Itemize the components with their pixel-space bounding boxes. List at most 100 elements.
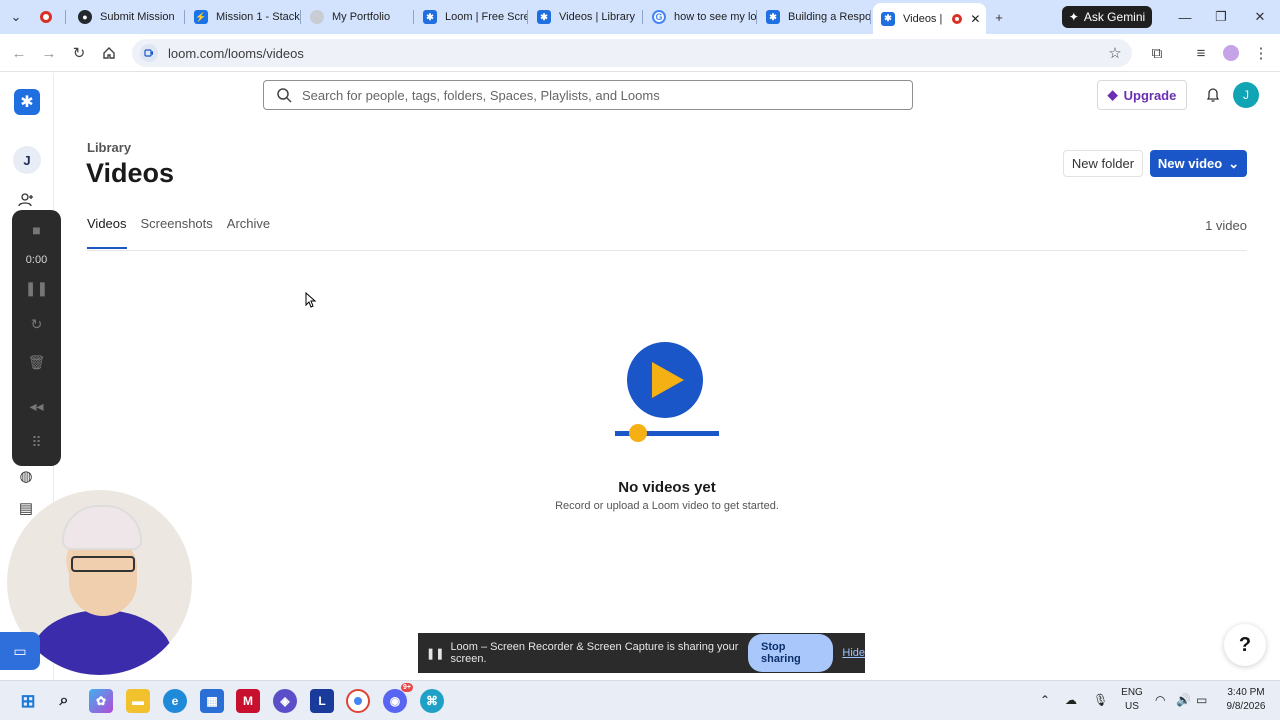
tab-label: Loom | Free Scre xyxy=(445,11,528,23)
forward-arrow-icon[interactable]: → xyxy=(38,42,60,64)
globe-icon xyxy=(310,10,324,24)
edge-icon[interactable]: e xyxy=(163,689,187,713)
user-avatar[interactable]: J xyxy=(1233,82,1259,108)
tab-label: Mission 1 - Stack xyxy=(216,11,300,23)
empty-state-title: No videos yet xyxy=(618,479,716,496)
home-icon[interactable] xyxy=(98,42,120,64)
delete-icon[interactable]: 🗑 xyxy=(12,354,61,371)
search-input[interactable]: Search for people, tags, folders, Spaces… xyxy=(263,80,913,110)
tab-submit-mission[interactable]: ● Submit Mission xyxy=(70,4,185,30)
empty-state-play-illustration xyxy=(615,342,719,442)
tab-videos-active[interactable]: ✱ Videos | ✕ xyxy=(873,3,986,34)
mcafee-icon[interactable]: M xyxy=(236,689,260,713)
tab-videos-library[interactable]: ✱ Videos | Library xyxy=(529,4,643,30)
extensions-icon[interactable]: ⧉ xyxy=(1146,42,1168,64)
search-icon xyxy=(277,88,292,103)
tab-screenshots[interactable]: Screenshots xyxy=(141,216,213,249)
workspace-avatar[interactable]: J xyxy=(13,146,41,174)
file-explorer-icon[interactable]: ▬ xyxy=(126,689,150,713)
back-arrow-icon[interactable]: ← xyxy=(8,42,30,64)
pause-icon[interactable]: ❚❚ xyxy=(12,280,61,297)
chevron-down-icon: ⌄ xyxy=(1228,155,1240,171)
content-tabs: Videos Screenshots Archive xyxy=(87,216,270,249)
new-folder-button[interactable]: New folder xyxy=(1063,150,1143,177)
windows-start-icon[interactable]: ⊞ xyxy=(16,689,40,713)
new-video-button[interactable]: New video ⌄ xyxy=(1150,150,1247,177)
hide-sharing-bar-link[interactable]: Hide xyxy=(842,647,865,659)
stop-sharing-button[interactable]: Stop sharing xyxy=(748,634,834,672)
chrome-icon[interactable] xyxy=(346,689,370,713)
breadcrumb[interactable]: Library xyxy=(87,140,131,155)
recording-dot-icon xyxy=(40,11,52,23)
stop-recording-icon[interactable]: ■ xyxy=(12,222,61,238)
mouse-cursor-icon xyxy=(305,292,317,308)
page-title: Videos xyxy=(86,158,175,188)
restart-icon[interactable]: ↻ xyxy=(12,316,61,333)
loom-logo-icon[interactable]: ✱ xyxy=(14,89,40,115)
browser-tab-strip: ⌄ ● Submit Mission ⚡ Mission 1 - Stack M… xyxy=(0,0,1280,34)
tab-label: Submit Mission xyxy=(100,11,175,23)
screen-sharing-bar: ❚❚ Loom – Screen Recorder & Screen Captu… xyxy=(418,633,865,673)
close-tab-icon[interactable]: ✕ xyxy=(970,12,980,26)
globe-icon[interactable]: ◍ xyxy=(15,465,37,487)
ask-gemini-label: Ask Gemini xyxy=(1083,10,1146,24)
system-clock[interactable]: 3:40 PM 9/8/2026 xyxy=(1220,686,1272,714)
tab-archive[interactable]: Archive xyxy=(227,216,270,249)
tab-search-chevron-icon[interactable]: ⌄ xyxy=(7,8,25,26)
pause-icon: ❚❚ xyxy=(426,647,445,660)
url-text: loom.com/looms/videos xyxy=(168,45,304,61)
google-icon: G xyxy=(652,10,666,24)
tab-my-portfolio[interactable]: My Portfolio xyxy=(302,4,414,30)
copilot-icon[interactable]: ✿ xyxy=(89,689,113,713)
github-icon: ● xyxy=(78,10,92,24)
bookmark-star-icon[interactable]: ☆ xyxy=(1104,42,1126,64)
camera-toggle-icon[interactable]: ▭ xyxy=(0,632,40,670)
recording-dot-icon xyxy=(952,13,963,24)
tab-recording[interactable] xyxy=(32,4,66,30)
tab-building-responsive[interactable]: ✱ Building a Respo xyxy=(758,4,871,30)
new-tab-plus-icon[interactable]: + xyxy=(990,8,1008,26)
ask-gemini-button[interactable]: ✦ Ask Gemini xyxy=(1062,6,1152,28)
microphone-icon[interactable]: 🎙 xyxy=(1093,693,1108,707)
notifications-bell-icon[interactable] xyxy=(1203,85,1223,105)
search-icon[interactable]: ⌕ xyxy=(52,689,76,713)
discord-icon[interactable]: ◉ 9+ xyxy=(383,683,413,713)
drag-handle-icon[interactable]: ⠿ xyxy=(12,434,61,451)
tab-videos[interactable]: Videos xyxy=(87,216,127,249)
collapse-icon[interactable]: ◂◂ xyxy=(12,398,61,415)
address-bar[interactable]: loom.com/looms/videos xyxy=(132,39,1132,67)
upgrade-button[interactable]: ◆ Upgrade xyxy=(1097,80,1187,110)
battery-icon[interactable]: ▭ xyxy=(1196,693,1207,707)
media-control-icon[interactable]: ≡ xyxy=(1190,42,1212,64)
clock-time: 3:40 PM xyxy=(1227,687,1265,698)
wifi-icon[interactable]: ◠ xyxy=(1155,693,1165,707)
browser-menu-icon[interactable]: ⋮ xyxy=(1250,42,1272,64)
store-icon[interactable]: ▦ xyxy=(200,689,224,713)
upgrade-label: Upgrade xyxy=(1123,87,1177,103)
reload-icon[interactable]: ↻ xyxy=(68,42,90,64)
tray-chevron-icon[interactable]: ⌃ xyxy=(1040,693,1050,707)
profile-icon[interactable] xyxy=(1220,42,1242,64)
site-info-icon[interactable] xyxy=(140,44,158,62)
onedrive-icon[interactable]: ☁ xyxy=(1065,693,1077,707)
network-app-icon[interactable]: ⌘ xyxy=(420,689,444,713)
tab-label: My Portfolio xyxy=(332,11,391,23)
vpn-icon[interactable]: ◈ xyxy=(273,689,297,713)
browser-toolbar: ← → ↻ loom.com/looms/videos ☆ ⧉ ≡ ⋮ xyxy=(0,34,1280,72)
loom-icon: ✱ xyxy=(881,11,895,26)
tab-mission-stack[interactable]: ⚡ Mission 1 - Stack xyxy=(186,4,301,30)
new-video-label: New video xyxy=(1157,156,1223,171)
sharing-message: Loom – Screen Recorder & Screen Capture … xyxy=(450,641,739,665)
minimize-icon[interactable]: — xyxy=(1170,6,1200,28)
recording-controls: ■ 0:00 ❚❚ ↻ 🗑 ◂◂ ⠿ xyxy=(12,210,61,466)
help-button[interactable]: ? xyxy=(1224,624,1266,666)
add-user-icon[interactable] xyxy=(15,189,37,211)
restore-icon[interactable]: ❐ xyxy=(1206,6,1236,28)
language-indicator[interactable]: ENG US xyxy=(1118,686,1146,714)
l-app-icon[interactable]: L xyxy=(310,689,334,713)
tab-loom-free[interactable]: ✱ Loom | Free Scre xyxy=(415,4,528,30)
tab-google-search[interactable]: G how to see my lo xyxy=(644,4,757,30)
volume-icon[interactable]: 🔊 xyxy=(1176,693,1191,707)
tab-label: Videos | xyxy=(903,12,943,25)
close-window-icon[interactable]: ✕ xyxy=(1245,6,1275,28)
